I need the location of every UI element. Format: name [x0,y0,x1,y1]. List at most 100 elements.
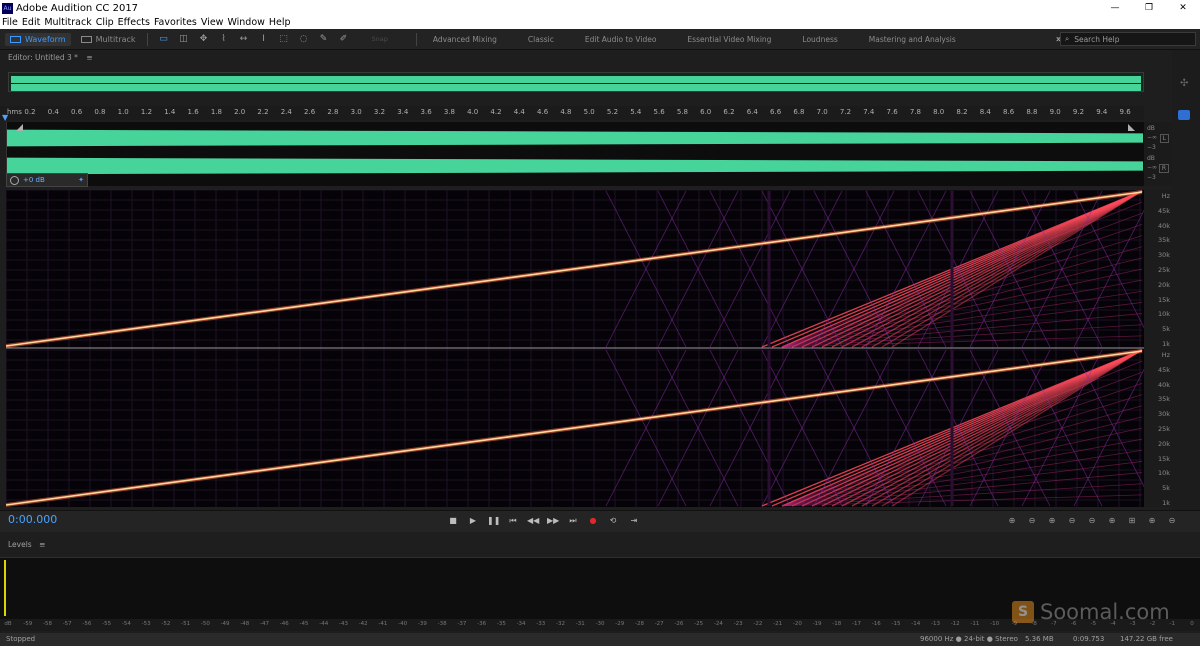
time-selection-icon[interactable]: I [257,34,271,45]
time-ruler[interactable]: hms 0.2 0.4 0.6 0.8 1.0 1.2 1.4 1.6 1.8 2.0 2.2 2.4… [0,106,1144,122]
playhead-icon[interactable]: ▼ [2,113,8,122]
zoom-navigator-icon[interactable]: ✣ [1180,78,1188,89]
menu-window[interactable]: Window [227,17,264,28]
spectral-display-icon[interactable]: ▭ [157,34,171,45]
multitrack-mode-button[interactable]: Multitrack [76,33,141,46]
menu-effects[interactable]: Effects [118,17,150,28]
go-to-start-button[interactable]: ⏮ [507,515,519,527]
frequency-label: 40k [1157,221,1170,230]
workspace-classic[interactable]: Classic [528,35,554,44]
panel-menu-icon[interactable]: ≡ [86,53,92,62]
fast-forward-button[interactable]: ▶▶ [547,515,559,527]
menu-favorites[interactable]: Favorites [154,17,197,28]
menu-edit[interactable]: Edit [22,17,40,28]
transport-state: Stopped [6,635,36,643]
spot-healing-icon[interactable]: ✐ [337,34,351,45]
workspace-mastering-and-analysis[interactable]: Mastering and Analysis [869,35,956,44]
snap-label[interactable]: Snap [372,35,388,43]
zoom-in-at-playhead-icon[interactable]: ⊕ [1106,515,1118,527]
zoom-out-amplitude-icon[interactable]: ⊖ [1026,515,1038,527]
ruler-tick-label: 3.8 [443,108,455,116]
levels-scale-label: -55 [102,621,112,627]
waveform-mode-button[interactable]: Waveform [5,32,71,46]
marquee-tool-icon[interactable]: ⬚ [277,34,291,45]
record-button[interactable]: ● [587,515,599,527]
ruler-tick-label: 1.8 [210,108,222,116]
db-label: −3 [1147,144,1156,151]
pin-icon[interactable]: ✦ [78,176,84,184]
ruler-tick-label: 1.0 [117,108,129,116]
hud-knob-icon[interactable] [10,175,19,185]
stop-button[interactable]: ■ [447,515,459,527]
menu-help[interactable]: Help [269,17,291,28]
ruler-tick-label: 7.8 [909,108,921,116]
ruler-tick-label: 1.4 [164,108,176,116]
workspace-essential-video-mixing[interactable]: Essential Video Mixing [687,35,771,44]
zoom-selection-in-icon[interactable]: ⊕ [1146,515,1158,527]
frequency-label: 30k [1157,251,1170,260]
maximize-icon[interactable]: ❐ [1132,3,1166,13]
frequency-label: 5k [1162,325,1170,334]
slip-tool-icon[interactable]: ↔ [237,34,251,45]
levels-scale-label: -41 [378,621,388,627]
zoom-to-selection-icon[interactable]: ⊞ [1126,515,1138,527]
brush-tool-icon[interactable]: ✎ [317,34,331,45]
levels-scale-label: -36 [477,621,487,627]
ruler-tick-label: 7.2 [839,108,852,116]
skip-selection-button[interactable]: ⇥ [628,515,640,527]
levels-tab[interactable]: Levels ≡ [8,540,45,549]
menu-multitrack[interactable]: Multitrack [44,17,91,28]
editor-tab[interactable]: Editor: Untitled 3 * ≡ [8,53,93,62]
workspace-loudness[interactable]: Loudness [802,35,837,44]
rewind-button[interactable]: ◀◀ [527,515,539,527]
move-tool-icon[interactable]: ✥ [197,34,211,45]
workspace-advanced-mixing[interactable]: Advanced Mixing [433,35,497,44]
pitch-display-icon[interactable]: ◫ [177,34,191,45]
minimize-icon[interactable]: — [1098,3,1132,13]
close-icon[interactable]: ✕ [1166,3,1200,13]
zoom-out-full-icon[interactable]: ⊖ [1086,515,1098,527]
hud-volume-value[interactable]: +0 dB [23,176,45,184]
go-to-end-button[interactable]: ⏭ [567,515,579,527]
workspace-edit-audio-to-video[interactable]: Edit Audio to Video [585,35,657,44]
search-help-field[interactable]: ⌕ Search Help [1060,32,1196,46]
zoom-in-time-icon[interactable]: ⊕ [1046,515,1058,527]
play-button[interactable]: ▶ [467,515,479,527]
transport-bar [0,510,1200,532]
ruler-tick-label: 2.0 [234,108,246,116]
lasso-tool-icon[interactable]: ◌ [297,34,311,45]
volume-hud[interactable]: +0 dB ✦ [6,173,88,187]
menu-file[interactable]: File [2,17,18,28]
ruler-tick-label: 0.8 [94,108,106,116]
zoom-in-amplitude-icon[interactable]: ⊕ [1006,515,1018,527]
levels-scale-label: -56 [82,621,92,627]
levels-scale-label: -53 [141,621,151,627]
overview-waveform[interactable] [8,72,1144,92]
razor-tool-icon[interactable]: ⌇ [217,34,231,45]
ruler-tick-label: 6.6 [770,108,782,116]
spectral-frequency-display[interactable] [5,189,1155,507]
ruler-tick-label: 4.8 [560,108,572,116]
menu-view[interactable]: View [201,17,224,28]
fade-out-handle-icon[interactable] [1128,124,1135,131]
channel-right-button[interactable]: R [1158,164,1169,173]
pause-button[interactable]: ❚❚ [487,515,500,527]
levels-menu-icon[interactable]: ≡ [39,540,45,549]
ruler-tick-label: 4.0 [467,108,479,116]
levels-scale-label: -26 [674,621,684,627]
loop-playback-button[interactable]: ⟲ [607,515,619,527]
levels-scale-label: -22 [753,621,763,627]
waveform-display[interactable] [6,122,1144,186]
levels-scale-label: -16 [871,621,881,627]
zoom-out-time-icon[interactable]: ⊖ [1066,515,1078,527]
channel-toggle-icon[interactable] [1178,110,1190,120]
ruler-tick-label: 8.4 [979,108,991,116]
ruler-tick-label: 9.6 [1119,108,1131,116]
menu-clip[interactable]: Clip [96,17,114,28]
zoom-selection-out-icon[interactable]: ⊖ [1166,515,1178,527]
waveform-channel-right [7,157,1143,175]
watermark-text: Soomal.com [1040,600,1170,624]
timecode-display[interactable]: 0:00.000 [8,513,57,526]
channel-left-button[interactable]: L [1159,134,1169,143]
ruler-tick-label: 5.4 [630,108,642,116]
